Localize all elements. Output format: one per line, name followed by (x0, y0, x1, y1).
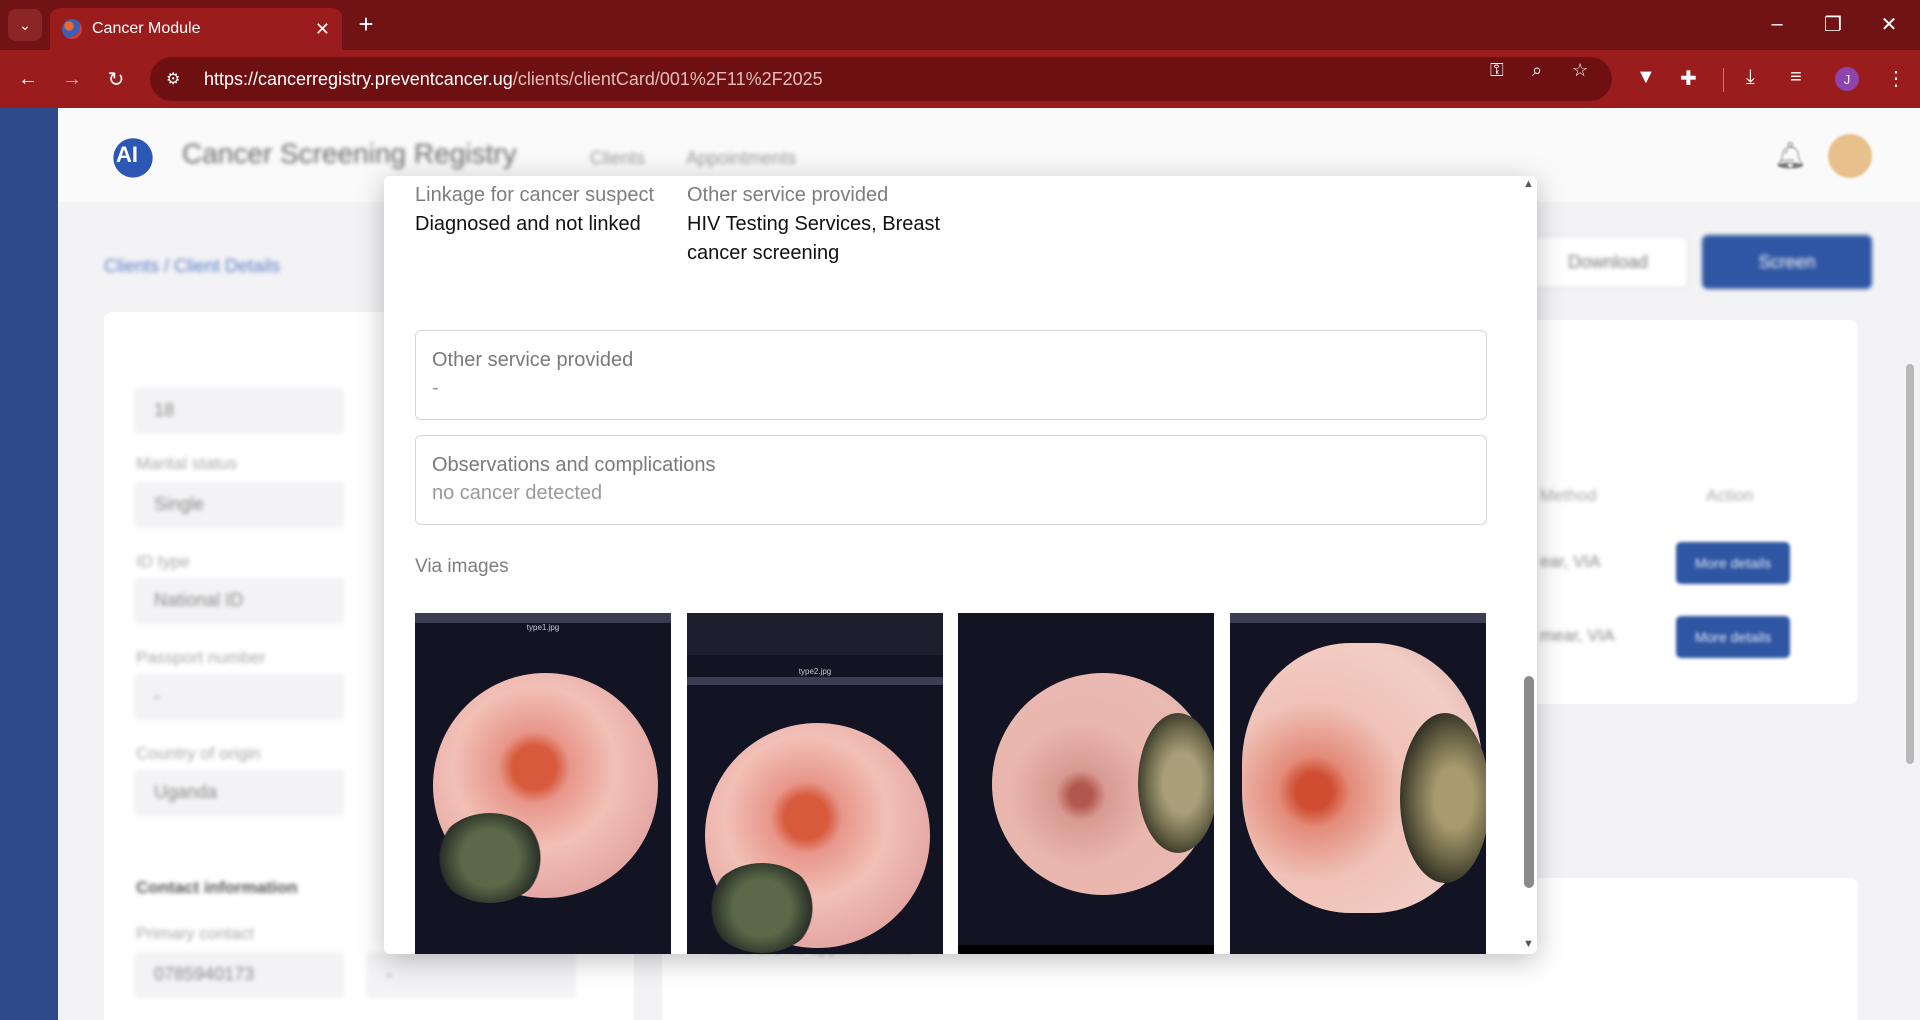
observations-box: Observations and complications no cancer… (415, 435, 1487, 525)
notification-bell-icon[interactable]: 🔔︎ (1774, 140, 1807, 171)
id-type-label: ID type (136, 552, 190, 571)
user-avatar[interactable] (1828, 134, 1872, 178)
speculum-edge (1138, 713, 1214, 853)
id-type-field: National ID (134, 578, 344, 624)
country-label: Country of origin (136, 744, 261, 763)
primary-contact-label: Primary contact (136, 924, 255, 943)
other-service-box-label: Other service provided (432, 349, 634, 371)
download-button[interactable]: Download (1528, 236, 1688, 288)
marital-status-field: Single (134, 482, 344, 528)
speculum-edge (1400, 713, 1486, 883)
marital-status-label: Marital status (136, 454, 238, 473)
via-image-1[interactable]: type1.jpg (415, 613, 671, 954)
download-icon[interactable]: ⤓ (1746, 66, 1755, 89)
extension-v-icon[interactable]: ▼ (1636, 66, 1656, 89)
minimize-icon[interactable]: – (1754, 8, 1800, 40)
tab-close-icon[interactable]: ✕ (315, 19, 330, 40)
table-action-header: Action (1706, 486, 1754, 505)
image-bottom-bar (958, 945, 1214, 954)
back-icon[interactable]: ← (12, 63, 44, 95)
password-key-icon[interactable]: ⚿ (1490, 60, 1504, 81)
image-caption: type1.jpg (526, 623, 560, 632)
row2-method: mear, VIA (1540, 626, 1615, 645)
observations-value: no cancer detected (432, 482, 603, 504)
image-toolbar (415, 613, 671, 623)
nav-clients[interactable]: Clients (590, 148, 645, 169)
media-control-icon[interactable]: ≡ (1790, 66, 1802, 89)
scroll-down-arrow-icon[interactable]: ▼ (1523, 938, 1534, 950)
contact-heading: Contact information (136, 878, 298, 897)
address-bar[interactable]: ⚙ https://cancerregistry.preventcancer.u… (150, 57, 1612, 101)
screen-button[interactable]: Screen (1702, 235, 1872, 289)
speculum-edge (707, 863, 817, 953)
restore-icon[interactable]: ❐ (1810, 8, 1856, 40)
tab-title: Cancer Module (92, 20, 201, 37)
zoom-icon[interactable]: ⌕ (1532, 60, 1542, 81)
image-strip (687, 677, 943, 685)
toolbar-separator (1723, 68, 1724, 92)
age-field: 18 (134, 388, 344, 434)
browser-menu-icon[interactable]: ⋮ (1886, 66, 1906, 91)
new-tab-button[interactable]: + (352, 9, 380, 39)
screening-details-modal: Linkage for cancer suspect Diagnosed and… (384, 176, 1537, 954)
breadcrumb: Clients / Client Details (104, 256, 281, 276)
reload-icon[interactable]: ↻ (100, 63, 132, 95)
bookmark-star-icon[interactable]: ☆ (1572, 60, 1588, 81)
observations-label: Observations and complications (432, 454, 716, 476)
page-scrollbar[interactable] (1906, 364, 1914, 764)
row1-method: ear, VIA (1540, 552, 1601, 571)
passport-field: - (134, 674, 344, 720)
modal-scrollbar-thumb[interactable] (1524, 676, 1534, 888)
table-method-header: Method (1540, 486, 1597, 505)
browser-toolbar: ← → ↻ ⚙ https://cancerregistry.preventca… (0, 50, 1920, 108)
extensions-puzzle-icon[interactable]: ✚ (1680, 66, 1697, 91)
forward-icon[interactable]: → (56, 63, 88, 95)
primary-contact-field: 0785940173 (134, 952, 344, 998)
url-host: https://cancerregistry.preventcancer.ug (204, 68, 513, 89)
browser-tab-bar: ⌄ Cancer Module ✕ + – ❐ ✕ (0, 0, 1920, 50)
image-caption: type2.jpg (798, 667, 832, 676)
secondary-contact-field: - (366, 952, 576, 998)
more-details-button-1[interactable]: More details (1676, 542, 1790, 584)
app-title: Cancer Screening Registry (182, 138, 517, 169)
image-toolbar (687, 613, 943, 655)
url-path: /clients/clientCard/001%2F11%2F2025 (512, 68, 823, 89)
nav-appointments[interactable]: Appointments (686, 148, 796, 169)
via-images-label: Via images (415, 556, 509, 577)
profile-avatar[interactable]: J (1835, 67, 1859, 91)
logo-text: AI (116, 142, 138, 167)
other-service-label: Other service provided (687, 184, 889, 206)
more-details-button-2[interactable]: More details (1676, 616, 1790, 658)
image-toolbar (1230, 613, 1486, 623)
linkage-value: Diagnosed and not linked (415, 213, 641, 235)
passport-label: Passport number (136, 648, 266, 667)
via-image-2[interactable]: type2.jpg (687, 613, 943, 954)
scroll-up-arrow-icon[interactable]: ▲ (1523, 178, 1534, 190)
site-favicon-icon (62, 19, 82, 39)
app-logo: AI (104, 126, 162, 184)
site-settings-icon[interactable]: ⚙ (166, 68, 188, 90)
other-service-box-value: - (432, 377, 439, 399)
via-image-4[interactable] (1230, 613, 1486, 954)
via-image-3[interactable] (958, 613, 1214, 954)
browser-tab-active[interactable]: Cancer Module ✕ (50, 8, 342, 50)
left-sidebar-strip (0, 108, 58, 1020)
tab-search-button[interactable]: ⌄ (8, 9, 42, 41)
other-service-value: HIV Testing Services, Breast cancer scre… (687, 213, 941, 264)
other-service-box: Other service provided - (415, 330, 1487, 420)
window-close-icon[interactable]: ✕ (1866, 8, 1912, 40)
linkage-label: Linkage for cancer suspect (415, 184, 655, 206)
speculum-edge (435, 813, 545, 903)
country-field: Uganda (134, 770, 344, 816)
